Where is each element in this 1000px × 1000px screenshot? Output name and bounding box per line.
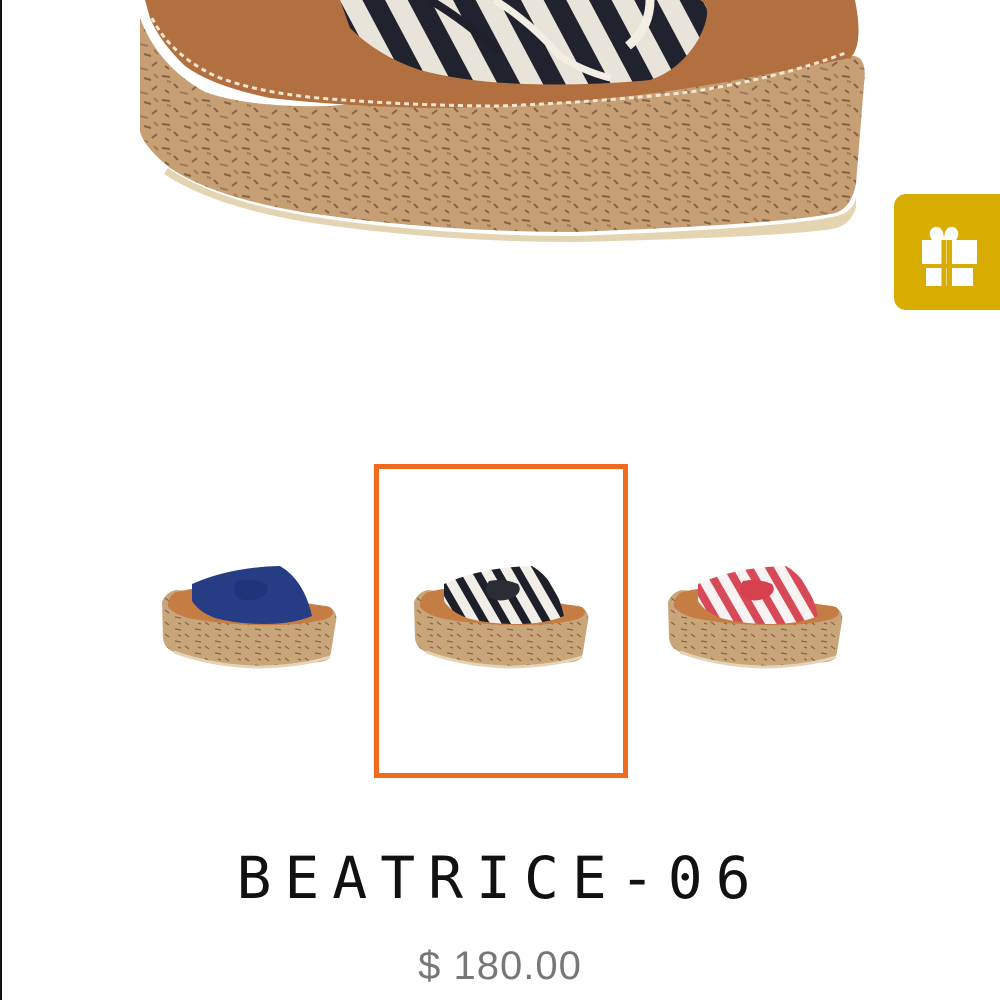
thumbnail-navy-denim[interactable] [122, 464, 376, 778]
product-title: BEATRICE-06 [236, 844, 764, 912]
gift-icon [922, 226, 977, 286]
main-product-image[interactable] [0, 0, 880, 300]
gift-button[interactable] [894, 194, 1000, 310]
product-page: BEATRICE-06 $ 180.00 [0, 0, 1000, 1000]
product-price: $ 180.00 [418, 944, 582, 988]
sandal-thumbnail-icon [668, 566, 843, 669]
product-thumbnail-gallery [0, 464, 1000, 780]
sandal-main-image [140, 0, 865, 242]
thumbnail-black-white-stripe-selected[interactable] [374, 464, 628, 778]
sandal-thumbnail-icon [162, 566, 337, 669]
sandal-thumbnail-icon [414, 566, 589, 669]
thumbnail-red-white-stripe[interactable] [628, 464, 882, 778]
